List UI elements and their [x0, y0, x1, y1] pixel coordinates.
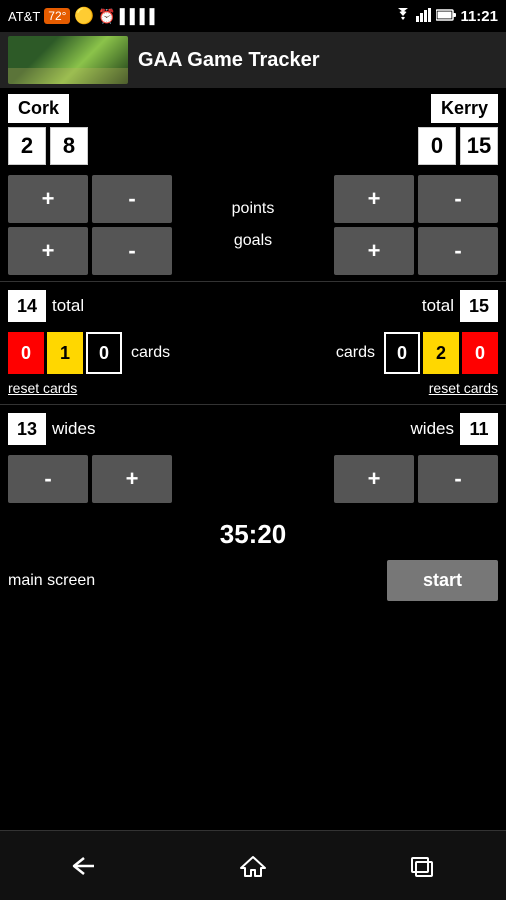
home-icon [239, 854, 267, 878]
main-screen-label: main screen [8, 572, 95, 590]
header-image [8, 36, 128, 84]
left-goals-minus-button[interactable]: - [92, 227, 172, 275]
left-total: 14 total [8, 290, 84, 322]
right-wides-buttons: + - [334, 455, 498, 503]
right-goals-pair: + - [334, 227, 498, 275]
time-display: 11:21 [460, 8, 498, 25]
right-score: 0 15 [418, 127, 498, 165]
cards-row: 0 1 0 cards cards 0 2 0 [0, 328, 506, 378]
bottom-controls: main screen start [0, 554, 506, 611]
temp-badge: 72° [44, 8, 70, 24]
right-btn-group: + - + - [334, 175, 498, 275]
wides-buttons-row: - + + - [0, 451, 506, 507]
right-wides: wides 11 [411, 413, 498, 445]
wides-row: 13 wides wides 11 [0, 407, 506, 451]
wifi-icon [394, 8, 412, 25]
timer-row: 35:20 [0, 507, 506, 554]
left-wides-plus-button[interactable]: + [92, 455, 172, 503]
circle-icon: 🟡 [74, 6, 94, 26]
teams-row: Cork Kerry [0, 88, 506, 125]
divider-1 [0, 281, 506, 282]
right-total-value: 15 [460, 290, 498, 322]
left-wides-value: 13 [8, 413, 46, 445]
start-button[interactable]: start [387, 560, 498, 601]
right-cards: cards 0 2 0 [330, 332, 498, 374]
left-wides: 13 wides [8, 413, 95, 445]
right-goals-minus-button[interactable]: - [418, 227, 498, 275]
divider-2 [0, 404, 506, 405]
left-wides-label: wides [52, 419, 95, 439]
alarm-icon: ⏰ [98, 8, 115, 25]
score-row: 2 8 0 15 [0, 125, 506, 171]
left-wides-buttons: - + [8, 455, 172, 503]
left-team-name: Cork [8, 94, 69, 123]
right-reset-cards-button[interactable]: reset cards [429, 380, 498, 396]
right-goals-plus-button[interactable]: + [334, 227, 414, 275]
left-total-label: total [52, 296, 84, 316]
right-red-card: 0 [462, 332, 498, 374]
left-goals-score: 2 [8, 127, 46, 165]
right-yellow-card: 2 [423, 332, 459, 374]
signal-icon [416, 8, 432, 25]
right-goals-score: 0 [418, 127, 456, 165]
status-bar: AT&T 72° 🟡 ⏰ ▌▌▌▌ 11:21 [0, 0, 506, 32]
right-points-score: 15 [460, 127, 498, 165]
carrier-label: AT&T [8, 9, 40, 24]
bars-icon: ▌▌▌▌ [120, 8, 160, 24]
right-black-card-left: 0 [384, 332, 420, 374]
left-btn-group: + - + - [8, 175, 172, 275]
right-wides-minus-button[interactable]: - [418, 455, 498, 503]
left-cards: 0 1 0 cards [8, 332, 176, 374]
right-total: total 15 [422, 290, 498, 322]
recents-icon [408, 854, 436, 878]
battery-icon [436, 9, 456, 24]
home-button[interactable] [223, 841, 283, 891]
left-goals-plus-button[interactable]: + [8, 227, 88, 275]
left-points-plus-button[interactable]: + [8, 175, 88, 223]
left-yellow-card: 1 [47, 332, 83, 374]
right-points-pair: + - [334, 175, 498, 223]
left-points-pair: + - [8, 175, 172, 223]
right-total-label: total [422, 296, 454, 316]
points-label: points [232, 200, 275, 218]
left-red-card: 0 [8, 332, 44, 374]
main-content: Cork Kerry 2 8 0 15 + - + - points [0, 88, 506, 830]
left-reset-cards-button[interactable]: reset cards [8, 380, 77, 396]
left-points-score: 8 [50, 127, 88, 165]
app-title: GAA Game Tracker [138, 49, 320, 72]
back-button[interactable] [54, 841, 114, 891]
right-cards-label: cards [336, 344, 375, 362]
left-score: 2 8 [8, 127, 88, 165]
right-points-minus-button[interactable]: - [418, 175, 498, 223]
back-icon [70, 854, 98, 878]
right-team-name: Kerry [431, 94, 498, 123]
reset-cards-row: reset cards reset cards [0, 378, 506, 402]
center-labels: points goals [198, 200, 308, 250]
left-wides-minus-button[interactable]: - [8, 455, 88, 503]
status-left: AT&T 72° 🟡 ⏰ ▌▌▌▌ [8, 6, 159, 26]
timer-display: 35:20 [220, 519, 287, 550]
right-wides-value: 11 [460, 413, 498, 445]
left-total-value: 14 [8, 290, 46, 322]
recents-button[interactable] [392, 841, 452, 891]
controls-row: + - + - points goals + - + - [0, 171, 506, 279]
right-wides-label: wides [411, 419, 454, 439]
total-row: 14 total total 15 [0, 284, 506, 328]
left-black-card: 0 [86, 332, 122, 374]
left-goals-pair: + - [8, 227, 172, 275]
right-points-plus-button[interactable]: + [334, 175, 414, 223]
right-wides-plus-button[interactable]: + [334, 455, 414, 503]
status-right: 11:21 [394, 8, 498, 25]
nav-bar [0, 830, 506, 900]
goals-label: goals [234, 232, 272, 250]
left-points-minus-button[interactable]: - [92, 175, 172, 223]
app-header: GAA Game Tracker [0, 32, 506, 88]
left-cards-label: cards [131, 344, 170, 362]
